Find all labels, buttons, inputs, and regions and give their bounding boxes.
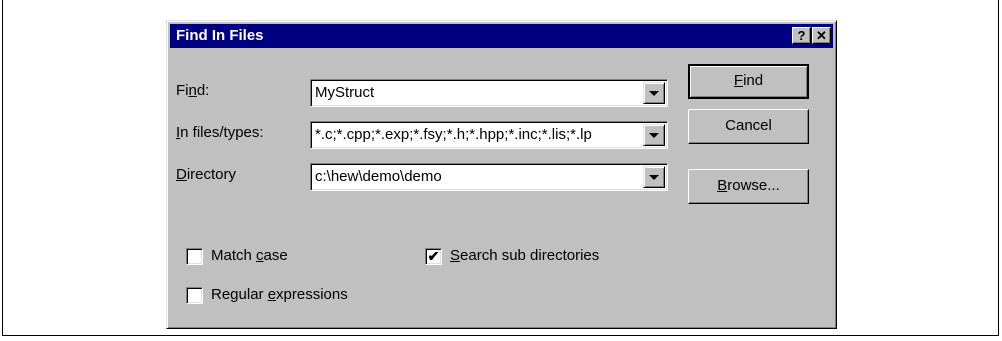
regex-label-part: Regular [211, 286, 268, 303]
dialog-title: Find In Files [176, 27, 264, 44]
search-subdirectories-label[interactable]: Search sub directories [450, 247, 599, 264]
directory-combobox[interactable]: c:\hew\demo\demo [310, 163, 668, 191]
directory-label-part: irectory [186, 166, 237, 183]
browse-button-accelerator: B [717, 177, 728, 194]
directory-input[interactable]: c:\hew\demo\demo [315, 168, 641, 185]
close-button[interactable]: ✕ [812, 27, 831, 44]
chevron-down-icon [649, 91, 659, 96]
cancel-button[interactable]: Cancel [688, 109, 809, 144]
find-button-label-part: ind [743, 72, 764, 89]
find-button-accelerator: F [733, 72, 744, 89]
files-types-input[interactable]: *.c;*.cpp;*.exp;*.fsy;*.h;*.hpp;*.inc;*.… [315, 126, 641, 143]
files-types-combobox[interactable]: *.c;*.cpp;*.exp;*.fsy;*.h;*.hpp;*.inc;*.… [310, 121, 668, 149]
browse-button-label-part: rowse... [727, 177, 780, 194]
files-label-part: n files/types: [180, 124, 264, 141]
directory-label-accelerator: D [176, 166, 187, 183]
help-button[interactable]: ? [792, 27, 811, 44]
find-button[interactable]: Find [688, 64, 809, 99]
regex-accelerator: e [267, 286, 277, 303]
chevron-down-icon [649, 175, 659, 180]
subdirs-label-part: earch sub directories [460, 247, 600, 264]
find-input[interactable]: MyStruct [315, 84, 641, 101]
directory-label: Directory [176, 166, 236, 183]
match-case-label-part: Match [211, 247, 257, 264]
find-combobox[interactable]: MyStruct [310, 79, 668, 107]
find-label-accelerator: n [188, 82, 197, 99]
regular-expressions-label[interactable]: Regular expressions [211, 286, 348, 303]
browse-button[interactable]: Browse... [688, 169, 809, 204]
files-types-dropdown-button[interactable] [643, 124, 665, 146]
files-types-label: In files/types: [176, 124, 264, 141]
subdirs-accelerator: S [450, 247, 461, 264]
chevron-down-icon [649, 133, 659, 138]
search-subdirectories-checkbox[interactable]: ✔ [425, 248, 442, 265]
find-label-part: Fi [176, 82, 189, 99]
directory-dropdown-button[interactable] [643, 166, 665, 188]
checkmark-icon: ✔ [427, 248, 440, 264]
match-case-checkbox[interactable] [186, 248, 203, 265]
title-bar[interactable]: Find In Files ? ✕ [170, 24, 833, 48]
match-case-accelerator: c [256, 247, 264, 264]
find-dropdown-button[interactable] [643, 82, 665, 104]
match-case-label[interactable]: Match case [211, 247, 288, 264]
regex-label-part: xpressions [276, 286, 348, 303]
match-case-label-part: ase [263, 247, 288, 264]
regular-expressions-checkbox[interactable] [186, 287, 203, 304]
find-label-part: d: [196, 82, 210, 99]
find-in-files-dialog: Find In Files ? ✕ Find: MyStruct In file… [166, 20, 837, 329]
find-label: Find: [176, 82, 209, 99]
